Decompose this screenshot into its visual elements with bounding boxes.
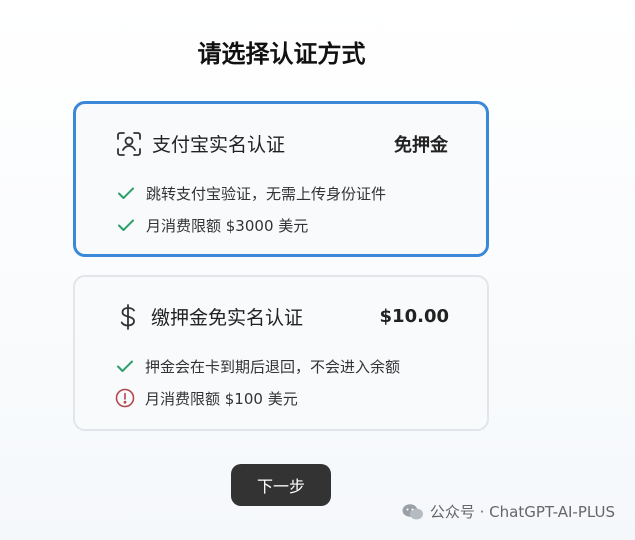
option-header: 缴押金免实名认证 $10.00: [115, 303, 449, 330]
feature-item: 月消费限额 $100 美元: [115, 384, 467, 412]
feature-item: 月消费限额 $3000 美元: [116, 211, 466, 239]
feature-text: 月消费限额 $3000 美元: [146, 216, 309, 235]
dollar-icon: [115, 303, 141, 330]
feature-text: 跳转支付宝验证，无需上传身份证件: [146, 184, 387, 203]
option-name: 缴押金免实名认证: [151, 307, 304, 329]
feature-item: 押金会在卡到期后退回，不会进入余额: [115, 352, 467, 380]
page-title: 请选择认证方式: [197, 40, 366, 68]
watermark-text: 公众号 · ChatGPT-AI-PLUS: [429, 503, 615, 521]
next-button[interactable]: 下一步: [231, 464, 331, 506]
feature-list: 跳转支付宝验证，无需上传身份证件 月消费限额 $3000 美元: [116, 179, 466, 243]
option-price: $10.00: [379, 306, 449, 327]
check-icon: [115, 356, 135, 376]
feature-list: 押金会在卡到期后退回，不会进入余额 月消费限额 $100 美元: [115, 352, 467, 416]
check-icon: [116, 183, 136, 203]
option-header: 支付宝实名认证 免押金: [116, 130, 448, 157]
option-card-alipay[interactable]: 支付宝实名认证 免押金 跳转支付宝验证，无需上传身份证件 月消费限额 $3000…: [73, 101, 489, 257]
feature-text: 押金会在卡到期后退回，不会进入余额: [145, 357, 401, 376]
check-icon: [116, 215, 136, 235]
option-price: 免押金: [394, 134, 448, 156]
watermark: 公众号 · ChatGPT-AI-PLUS: [402, 501, 615, 522]
face-scan-icon: [116, 131, 142, 157]
option-card-deposit[interactable]: 缴押金免实名认证 $10.00 押金会在卡到期后退回，不会进入余额 月消费限额 …: [73, 275, 489, 431]
option-name: 支付宝实名认证: [152, 134, 286, 156]
info-icon: [115, 388, 135, 408]
feature-text: 月消费限额 $100 美元: [145, 389, 298, 408]
wechat-icon: [402, 503, 424, 521]
feature-item: 跳转支付宝验证，无需上传身份证件: [116, 179, 466, 207]
